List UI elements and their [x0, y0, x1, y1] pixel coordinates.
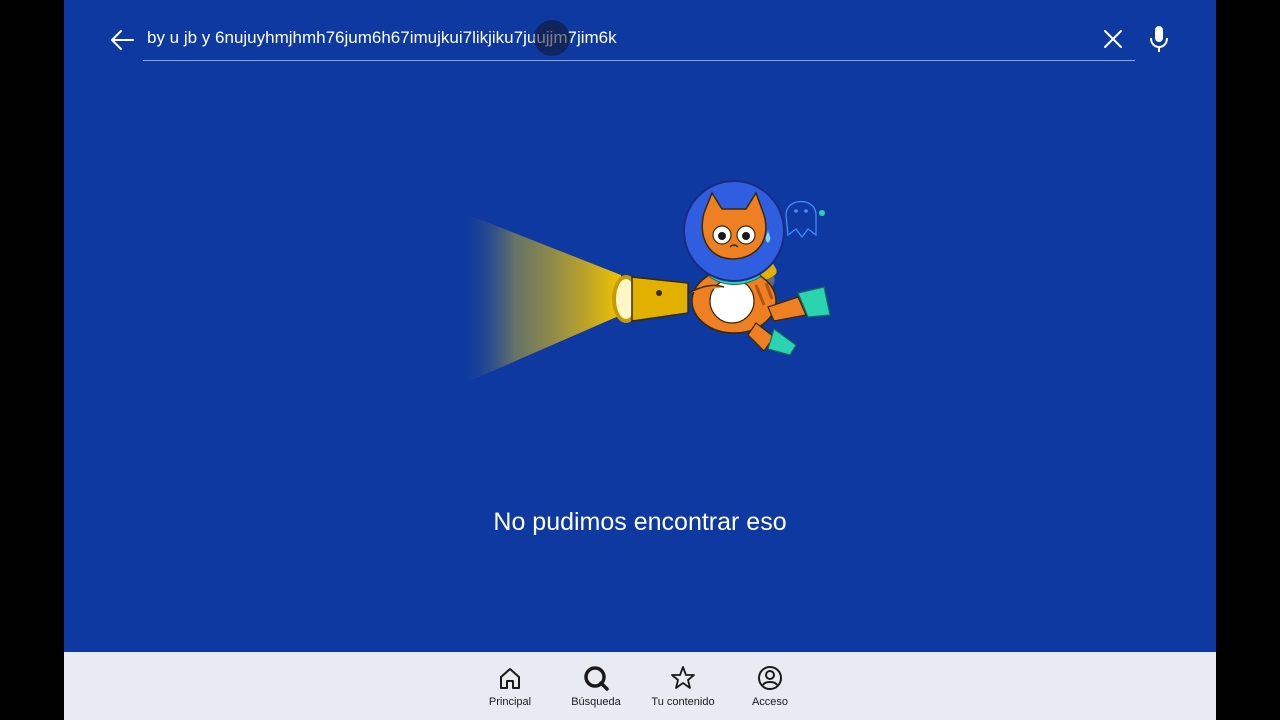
- nav-item-principal[interactable]: Principal: [467, 664, 553, 720]
- nav-label-acceso: Acceso: [751, 696, 789, 708]
- nav-label-principal: Principal: [488, 696, 532, 708]
- home-icon: [500, 668, 520, 689]
- nav-item-busqueda[interactable]: Búsqueda: [553, 664, 639, 720]
- arrow-left-icon: [111, 30, 134, 50]
- app-window: by u jb y 6nujuyhmjhmh76jum6h67imujkui7l…: [64, 0, 1216, 720]
- close-icon: [1104, 30, 1122, 48]
- clear-search-button[interactable]: [1098, 24, 1128, 54]
- nav-label-tu-contenido: Tu contenido: [651, 696, 715, 708]
- astronaut-cat-illustration: [456, 180, 831, 387]
- bottom-navigation: Principal Búsqueda Tu contenido Acceso: [64, 652, 1216, 720]
- search-icon: [584, 666, 609, 691]
- touch-indicator: [534, 20, 570, 56]
- microphone-icon: [1150, 26, 1168, 52]
- back-button[interactable]: [106, 24, 138, 56]
- account-icon: [758, 666, 782, 690]
- nav-item-tu-contenido[interactable]: Tu contenido: [640, 664, 726, 720]
- star-icon: [671, 666, 695, 689]
- search-bar: by u jb y 6nujuyhmjhmh76jum6h67imujkui7l…: [64, 0, 1216, 64]
- search-input[interactable]: by u jb y 6nujuyhmjhmh76jum6h67imujkui7l…: [143, 18, 1135, 61]
- nav-label-busqueda: Búsqueda: [571, 696, 621, 708]
- empty-state-message: No pudimos encontrar eso: [493, 508, 787, 536]
- voice-search-button[interactable]: [1144, 22, 1174, 56]
- nav-item-acceso[interactable]: Acceso: [727, 664, 813, 720]
